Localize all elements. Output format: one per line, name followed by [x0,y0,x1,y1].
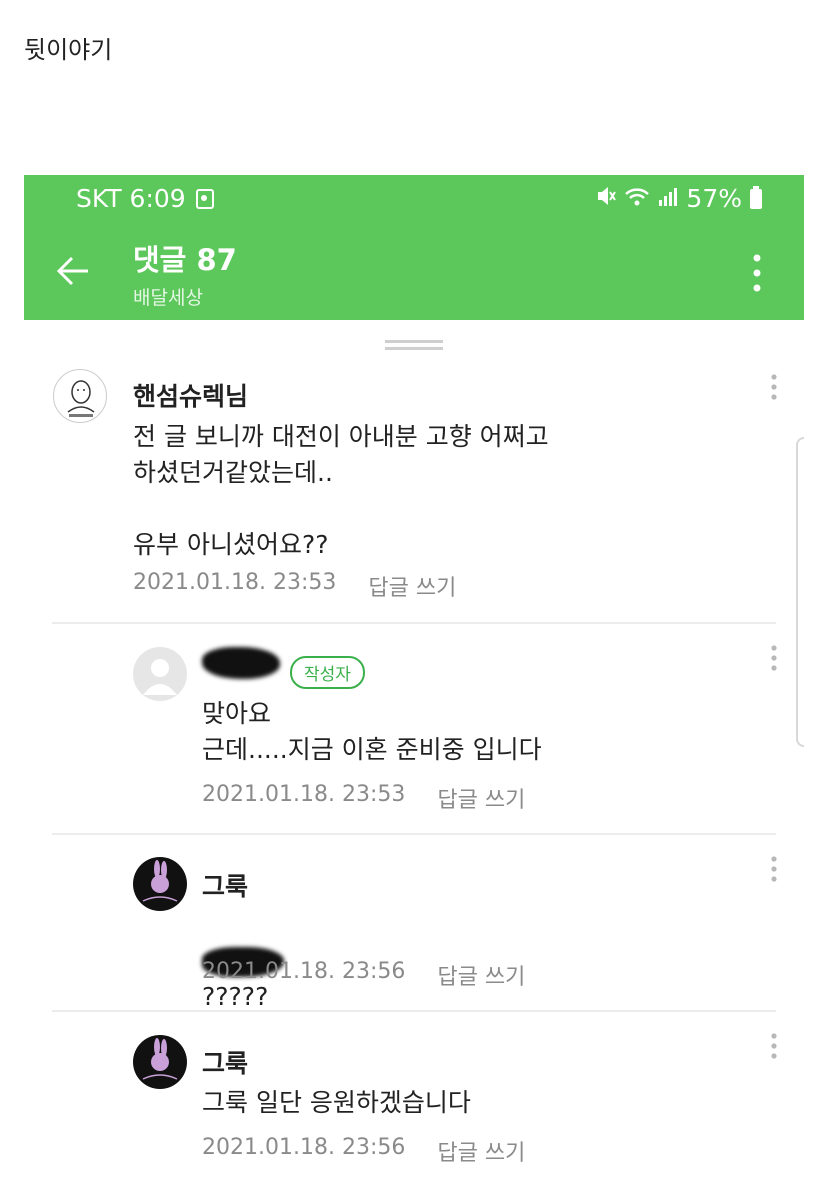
avatar[interactable] [53,369,107,423]
drag-handle[interactable] [385,340,443,350]
phone-screenshot: SKT 6:09 57% 댓글 87 배달세상 핸섬슈렉님 전 글 보니까 대전… [24,175,804,1180]
comment-timestamp: 2021.01.18. 23:53 [202,782,406,807]
comment-more-icon[interactable] [770,1032,778,1062]
divider [52,622,776,624]
reply-button[interactable]: 답글 쓰기 [437,1135,525,1167]
comment-text: 전 글 보니까 대전이 아내분 고향 어쩌고 하셨던거같았는데.. 유부 아니셨… [133,422,549,559]
comment-more-icon[interactable] [770,373,778,403]
reply-button[interactable]: 답글 쓰기 [437,959,525,991]
page-title: 댓글 87 [133,243,237,277]
wifi-icon [624,184,650,213]
app-bar: 댓글 87 배달세상 [24,225,804,320]
comment-text: 그룩 일단 응원하겠습니다 [202,1088,471,1117]
mute-icon [596,184,617,213]
comment-text: 맞아요 근데.....지금 이혼 준비중 입니다 [202,699,542,764]
page-caption: 뒷이야기 [24,36,113,64]
status-bar: SKT 6:09 57% [24,175,804,225]
profile-face-icon [67,380,95,417]
battery-level: 57% [686,184,742,213]
scrollbar[interactable] [796,437,804,747]
comment-timestamp: 2021.01.18. 23:53 [133,570,337,595]
bunny-logo-icon [142,860,178,902]
page-subtitle: 배달세상 [133,287,203,309]
avatar[interactable] [133,857,187,911]
divider [52,833,776,835]
gallery-icon [195,188,214,209]
carrier-time: SKT 6:09 [76,184,186,213]
avatar[interactable] [133,647,187,701]
back-arrow-icon[interactable] [54,251,94,291]
bunny-logo-icon [142,1038,178,1080]
comment-author[interactable]: 그룩 [202,1044,248,1080]
comment-timestamp: 2021.01.18. 23:56 [202,1135,406,1160]
avatar[interactable] [133,1035,187,1089]
comment-more-icon[interactable] [770,855,778,885]
comment-timestamp: 2021.01.18. 23:56 [202,959,406,984]
redacted-author-name [202,647,280,679]
reply-button[interactable]: 답글 쓰기 [437,782,525,814]
divider [52,1010,776,1012]
comment-author[interactable]: 그룩 [202,867,248,903]
more-options-icon[interactable] [750,251,764,295]
battery-icon [750,185,762,209]
default-user-icon [143,659,177,695]
signal-icon [658,184,678,213]
comment-more-icon[interactable] [770,644,778,674]
comment-author[interactable]: 핸섬슈렉님 [133,377,248,413]
reply-button[interactable]: 답글 쓰기 [368,570,456,602]
author-badge: 작성자 [290,656,365,689]
